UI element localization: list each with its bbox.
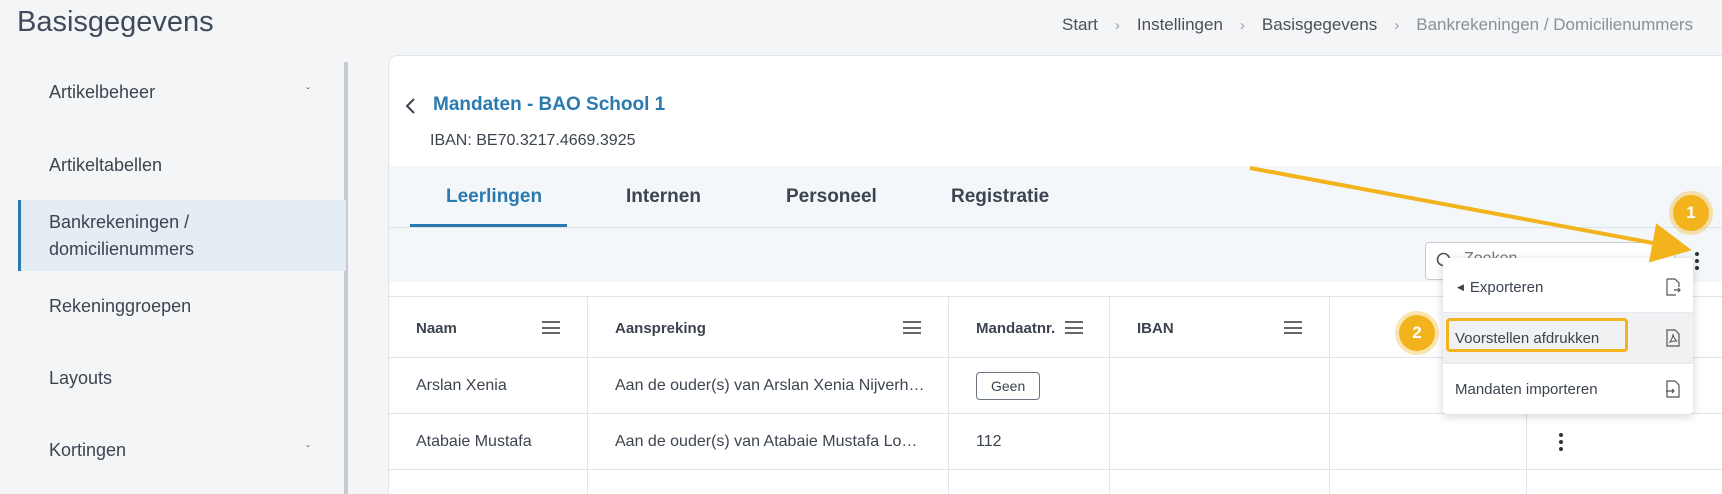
sidebar-item-kortingen[interactable]: Kortingen ˇ <box>18 430 346 470</box>
column-menu-icon[interactable] <box>542 321 560 334</box>
cell-aanspreking: Aan de ouder(s) van Arslan Xenia Nijverh… <box>615 377 925 394</box>
highlight-box <box>1446 318 1628 352</box>
column-header-mandaatnr[interactable]: Mandaatnr. <box>976 297 1055 359</box>
file-import-icon <box>1666 380 1680 398</box>
menu-item-mandaten-importeren[interactable]: Mandaten importeren <box>1443 364 1693 414</box>
breadcrumb-basisgegevens[interactable]: Basisgegevens <box>1262 15 1377 35</box>
cell-naam: Arslan Xenia <box>416 377 507 394</box>
column-menu-icon[interactable] <box>903 321 921 334</box>
callout-marker: 1 <box>1673 195 1709 231</box>
pdf-file-icon <box>1666 329 1680 347</box>
sidebar-item-label: Layouts <box>49 367 113 388</box>
sidebar-item-label: Rekeninggroepen <box>49 295 192 316</box>
column-header-aanspreking[interactable]: Aanspreking <box>615 297 706 359</box>
sidebar-item-layouts[interactable]: Layouts <box>18 358 346 398</box>
sidebar-item-rekeninggroepen[interactable]: Rekeninggroepen <box>18 286 346 326</box>
menu-item-label: Exporteren <box>1469 278 1544 296</box>
card-title: Mandaten - BAO School 1 <box>433 94 666 115</box>
submenu-caret-icon: ◀ <box>1457 281 1464 292</box>
breadcrumb-separator: › <box>1239 16 1245 34</box>
cell-aanspreking: Aan de ouder(s) van Atabaie Mustafa Lo… <box>615 433 918 450</box>
cell-naam: Atabaie Mustafa <box>416 433 532 450</box>
breadcrumb-separator: › <box>1394 16 1400 34</box>
tab-registratie[interactable]: Registratie <box>951 186 1049 208</box>
column-menu-icon[interactable] <box>1284 321 1302 334</box>
back-chevron-icon[interactable] <box>404 96 418 116</box>
callout-marker: 2 <box>1399 315 1435 351</box>
status-badge: Geen <box>976 372 1041 400</box>
column-divider <box>1109 296 1110 494</box>
card-iban: IBAN: BE70.3217.4669.3925 <box>430 132 636 149</box>
table-row[interactable]: Atabaie Mustafa Aan de ouder(s) van Atab… <box>389 414 1722 470</box>
chevron-down-icon: ˇ <box>306 443 310 457</box>
sidebar-item-artikelbeheer[interactable]: Artikelbeheer ˇ <box>18 72 346 112</box>
file-export-icon <box>1666 278 1681 296</box>
tab-internen[interactable]: Internen <box>626 186 701 208</box>
row-actions-icon[interactable] <box>1551 430 1571 454</box>
breadcrumb-current: Bankrekeningen / Domicilienummers <box>1416 15 1694 34</box>
cell-mandaatnr: 112 <box>976 433 1002 450</box>
sidebar-item-label: domicilienummers <box>49 238 195 259</box>
sidebar-item-artikeltabellen[interactable]: Artikeltabellen <box>18 145 346 185</box>
cell-mandaatnr: Geen <box>976 358 1041 414</box>
tab-personeel[interactable]: Personeel <box>786 186 877 208</box>
column-header-naam[interactable]: Naam <box>416 297 457 359</box>
column-divider <box>948 296 949 494</box>
breadcrumb-separator: › <box>1114 16 1120 34</box>
sidebar-item-label: Kortingen <box>49 439 127 460</box>
sidebar-item-label: Bankrekeningen / <box>49 211 190 232</box>
menu-item-label: Mandaten importeren <box>1455 380 1598 398</box>
breadcrumb: Start › Instellingen › Basisgegevens › B… <box>1062 15 1693 35</box>
sidebar-item-bankrekeningen[interactable]: Bankrekeningen / domicilienummers <box>18 200 346 271</box>
menu-item-exporteren[interactable]: ◀ Exporteren <box>1443 262 1693 312</box>
breadcrumb-instellingen[interactable]: Instellingen <box>1137 15 1223 35</box>
sidebar-item-label: Artikelbeheer <box>49 81 156 102</box>
column-divider <box>587 296 588 494</box>
chevron-down-icon: ˇ <box>306 85 310 99</box>
tabs-divider <box>389 227 1722 228</box>
sidebar-item-label: Artikeltabellen <box>49 154 163 175</box>
tab-leerlingen[interactable]: Leerlingen <box>446 186 542 208</box>
column-divider <box>1329 296 1330 494</box>
column-header-iban[interactable]: IBAN <box>1137 297 1174 359</box>
column-menu-icon[interactable] <box>1065 321 1083 334</box>
page-title: Basisgegevens <box>17 6 214 38</box>
breadcrumb-start[interactable]: Start <box>1062 15 1098 35</box>
